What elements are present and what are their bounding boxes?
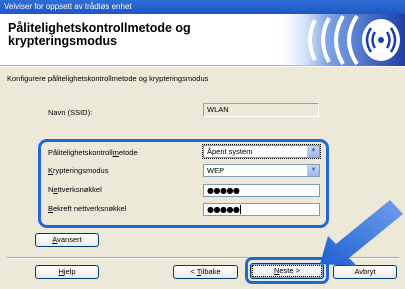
network-key-field[interactable]: ●●●●● [203, 184, 320, 197]
advanced-button[interactable]: Avansert [35, 233, 99, 247]
text-caret [240, 205, 242, 214]
encryption-mode-label: Krypteringsmodus [48, 166, 109, 175]
help-button[interactable]: Hjelp [35, 265, 99, 279]
network-key-label: Nettverksnøkkel [48, 185, 102, 194]
back-button[interactable]: < Tilbake [173, 265, 238, 279]
confirm-key-label: Bekreft nettverksnøkkel [48, 204, 127, 213]
pointer-arrow-icon [320, 200, 403, 266]
auth-method-label: Pålitelighetskontrollmetode [48, 148, 138, 157]
next-button[interactable]: Neste > [250, 263, 324, 279]
window-titlebar: Veiviser for oppsett av trådløs enhet [0, 0, 405, 14]
window-title: Veiviser for oppsett av trådløs enhet [4, 2, 132, 11]
confirm-key-field[interactable]: ●●●●● [203, 203, 320, 216]
chevron-down-icon[interactable]: ▼ [307, 146, 319, 157]
auth-method-value: Åpent system [207, 147, 253, 156]
encryption-mode-select[interactable]: WEP ▼ [203, 164, 320, 177]
wireless-signal-icon [275, 14, 405, 66]
ssid-field: WLAN [203, 103, 319, 117]
page-title: Pålitelighetskontrollmetode og krypterin… [8, 21, 191, 48]
chevron-down-icon[interactable]: ▼ [307, 165, 319, 176]
ssid-label: Navn (SSID): [48, 108, 93, 117]
wizard-header: Pålitelighetskontrollmetode og krypterin… [0, 14, 405, 66]
encryption-mode-value: WEP [207, 166, 225, 175]
description-text: Konfigurere pålitelighetskontrollmetode … [7, 74, 209, 83]
auth-method-select[interactable]: Åpent system ▼ [202, 144, 321, 159]
